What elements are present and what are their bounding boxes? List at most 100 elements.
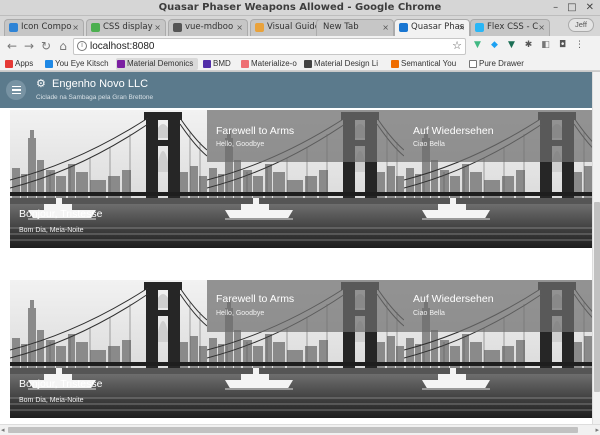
tab-label: Quasar Phas <box>411 22 465 32</box>
bookmark-bmd[interactable]: BMD <box>202 58 238 70</box>
apps-grid-icon <box>5 60 13 68</box>
tab-favicon-icon <box>9 23 18 32</box>
scrollbar-thumb[interactable] <box>8 427 578 433</box>
menu-icon[interactable] <box>6 80 26 100</box>
bookmark-favicon-icon <box>117 60 125 68</box>
extension-vuetify-icon[interactable]: ▼ <box>506 40 517 51</box>
tab-close-icon[interactable]: × <box>72 20 79 35</box>
tab-close-icon[interactable]: × <box>538 20 545 35</box>
tab-label: CSS display <box>103 22 153 32</box>
maximize-icon[interactable]: □ <box>567 0 576 16</box>
profile-button[interactable]: Jeff <box>568 18 594 32</box>
card-title: Farewell to Arms <box>216 293 295 305</box>
bookmark-semantical-you[interactable]: Semantical You <box>390 58 466 70</box>
extension-puzzle-icon[interactable]: ◧ <box>540 40 551 51</box>
window-controls: – □ ✕ <box>553 0 594 16</box>
chrome-menu-icon[interactable]: ⋮ <box>574 40 585 51</box>
bookmark-apps[interactable]: Apps <box>4 58 40 70</box>
vertical-scrollbar[interactable] <box>592 72 600 424</box>
card-bonjour-tristesse[interactable]: Bonjour, Tristesse Bom Dia, Meia-Noite <box>10 280 207 418</box>
reload-icon[interactable]: ↻ <box>38 38 54 54</box>
card-title: Auf Wiedersehen <box>413 125 494 137</box>
card-title: Auf Wiedersehen <box>413 293 494 305</box>
tab-close-icon[interactable]: × <box>154 20 161 35</box>
tab-close-icon[interactable]: × <box>236 20 243 35</box>
extension-twitter-icon[interactable]: ◆ <box>489 40 500 51</box>
close-icon[interactable]: ✕ <box>586 0 594 16</box>
tab-favicon-icon <box>173 23 182 32</box>
tab-favicon-icon <box>255 23 264 32</box>
tab-label: New Tab <box>323 22 359 32</box>
bookmark-favicon-icon <box>241 60 249 68</box>
bookmark-label: Semantical You <box>401 59 457 68</box>
minimize-icon[interactable]: – <box>553 0 558 16</box>
bookmark-label: Materialize-o <box>251 59 297 68</box>
tab-quasar-phaser[interactable]: Quasar Phas × <box>394 19 470 36</box>
tab-icon-components[interactable]: Icon Compo × <box>4 19 84 36</box>
window-titlebar: Quasar Phaser Weapons Allowed - Google C… <box>0 0 600 16</box>
scroll-right-icon[interactable]: ▸ <box>595 425 599 435</box>
card-overlay <box>207 280 404 332</box>
tab-close-icon[interactable]: × <box>382 20 389 35</box>
card-bonjour-tristesse[interactable]: Bonjour, Tristesse Bom Dia, Meia-Noite <box>10 110 207 248</box>
bookmark-label: Pure Drawer <box>479 59 524 68</box>
bookmark-materialize[interactable]: Materialize-o <box>240 58 302 70</box>
card-title: Bonjour, Tristesse <box>19 208 103 220</box>
bookmark-material-design-lite[interactable]: Material Design Li <box>303 58 387 70</box>
horizontal-scrollbar[interactable]: ◂ ▸ <box>0 424 600 435</box>
tab-close-icon[interactable]: × <box>458 20 465 35</box>
bookmark-page-icon <box>469 60 477 68</box>
card-subtitle: Hello, Goodbye <box>216 141 265 148</box>
info-icon[interactable]: i <box>77 41 87 51</box>
bookmark-label: BMD <box>213 59 231 68</box>
bookmark-you-eye-kitsch[interactable]: You Eye Kitsch <box>44 58 114 70</box>
scrollbar-thumb[interactable] <box>594 202 600 392</box>
bookmarks-bar: Apps You Eye Kitsch Material Demonics BM… <box>0 57 600 71</box>
scroll-left-icon[interactable]: ◂ <box>1 425 5 435</box>
tab-strip: Icon Compo × CSS display × vue-mdboo × V… <box>0 16 600 36</box>
card-subtitle: Bom Dia, Meia-Noite <box>19 227 84 234</box>
tab-favicon-icon <box>399 23 408 32</box>
card-row: Bonjour, Tristesse Bom Dia, Meia-Noite F… <box>10 110 592 248</box>
window-title: Quasar Phaser Weapons Allowed - Google C… <box>158 2 442 13</box>
card-subtitle: Hello, Goodbye <box>216 310 265 317</box>
app-title: Engenho Novo LLC <box>52 78 149 90</box>
card-subtitle: Bom Dia, Meia-Noite <box>19 397 84 404</box>
app-header: ⚙ Engenho Novo LLC Ciclade na Sambaga pe… <box>0 72 592 108</box>
tab-label: Visual Guide <box>267 22 321 32</box>
tab-favicon-icon <box>91 23 100 32</box>
bookmark-favicon-icon <box>203 60 211 68</box>
tab-css-display[interactable]: CSS display × <box>86 19 166 36</box>
cogs-icon: ⚙ <box>36 77 46 90</box>
tab-vue-mdbook[interactable]: vue-mdboo × <box>168 19 248 36</box>
card-auf-wiedersehen[interactable]: Auf Wiedersehen Ciao Bella <box>404 280 592 418</box>
card-title: Bonjour, Tristesse <box>19 378 103 390</box>
bookmark-pure-drawer[interactable]: Pure Drawer <box>468 58 530 70</box>
bookmark-star-icon[interactable]: ☆ <box>452 39 462 54</box>
tab-flex-css[interactable]: Flex CSS - C × <box>470 19 550 36</box>
card-auf-wiedersehen[interactable]: Auf Wiedersehen Ciao Bella <box>404 110 592 248</box>
app-subtitle: Ciclade na Sambaga pela Gran Brettone <box>36 94 154 101</box>
bookmark-material-demonics[interactable]: Material Demonics <box>116 58 198 70</box>
card-subtitle: Ciao Bella <box>413 310 445 317</box>
address-url: localhost:8080 <box>90 41 155 52</box>
tab-label: vue-mdboo <box>185 22 234 32</box>
bookmark-label: Material Design Li <box>314 59 379 68</box>
extension-gear-icon[interactable]: ✱ <box>523 40 534 51</box>
forward-icon[interactable]: → <box>21 38 37 54</box>
card-farewell-to-arms[interactable]: Farewell to Arms Hello, Goodbye <box>207 280 404 418</box>
card-farewell-to-arms[interactable]: Farewell to Arms Hello, Goodbye <box>207 110 404 248</box>
extension-icons: ▼ ◆ ▼ ✱ ◧ ◘ ⋮ <box>472 40 585 51</box>
card-subtitle: Ciao Bella <box>413 141 445 148</box>
tab-label: Flex CSS - C <box>487 22 539 32</box>
extension-shield-icon[interactable]: ◘ <box>557 40 568 51</box>
bookmark-favicon-icon <box>45 60 53 68</box>
tab-favicon-icon <box>475 23 484 32</box>
bookmark-favicon-icon <box>391 60 399 68</box>
tab-new-tab[interactable]: New Tab × <box>316 19 394 36</box>
page-viewport: Bonjour, Tristesse Bom Dia, Meia-Noite F… <box>0 72 592 424</box>
home-icon[interactable]: ⌂ <box>55 38 71 54</box>
address-bar[interactable]: i localhost:8080 ☆ <box>73 38 466 55</box>
back-icon[interactable]: ← <box>4 38 20 54</box>
extension-vue-icon[interactable]: ▼ <box>472 40 483 51</box>
